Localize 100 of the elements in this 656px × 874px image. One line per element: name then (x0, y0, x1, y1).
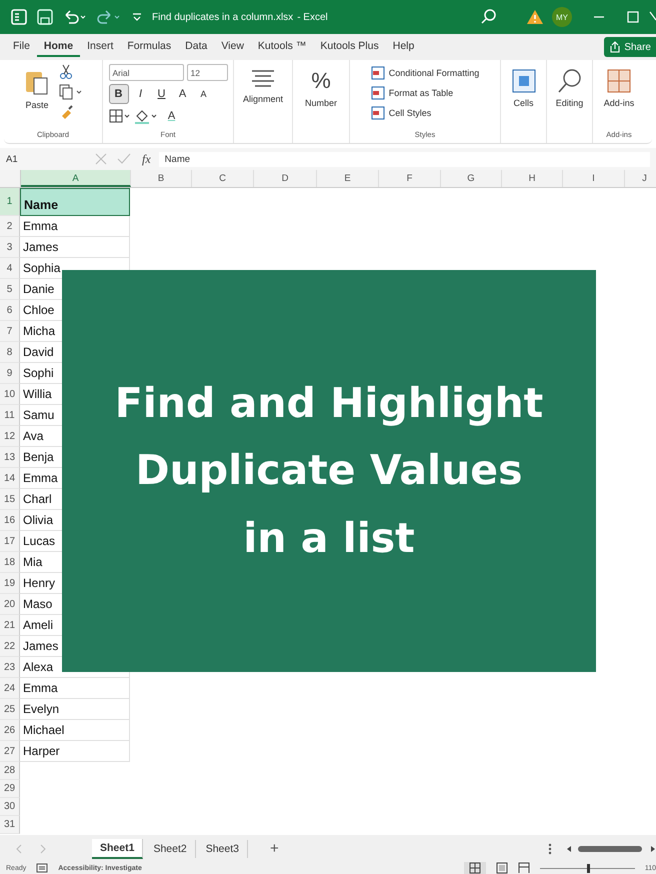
sheet-tab[interactable]: Sheet2 (145, 840, 196, 858)
column-header[interactable]: D (254, 170, 317, 187)
style-icon[interactable] (370, 66, 385, 80)
ribbon-tab[interactable]: Home (36, 37, 80, 57)
ribbon-tab[interactable]: Kutools ™ (250, 37, 314, 57)
style-menu-item[interactable]: Format as Table (388, 88, 454, 98)
row-header[interactable]: 12 (0, 426, 20, 447)
add-ins-button[interactable]: Add-ins (604, 98, 634, 108)
sheet-tab[interactable]: Sheet1 (92, 838, 144, 858)
paste-label[interactable]: Paste (25, 100, 48, 110)
zoom-thumb[interactable] (587, 864, 590, 872)
column-header[interactable]: G (441, 170, 502, 187)
function-button[interactable]: fx (142, 152, 151, 166)
borders-icon[interactable] (108, 108, 130, 124)
row-header[interactable]: 14 (0, 468, 20, 489)
normal-view-icon[interactable] (464, 862, 486, 874)
increase-font-button[interactable]: A (174, 85, 192, 103)
style-icon[interactable] (370, 86, 385, 100)
decrease-font-button[interactable]: A (194, 85, 212, 103)
search-icon[interactable] (480, 8, 498, 26)
style-icon[interactable] (370, 106, 385, 120)
warning-icon[interactable] (526, 8, 544, 26)
ribbon-tab[interactable]: Data (178, 37, 214, 57)
search-icon[interactable] (556, 68, 582, 94)
sheet-tab[interactable]: Sheet3 (198, 840, 248, 858)
italic-button[interactable]: I (132, 85, 150, 103)
scissors-icon[interactable] (59, 64, 73, 80)
row-header[interactable]: 4 (0, 258, 20, 279)
copy-icon[interactable] (59, 84, 83, 100)
number-format-icon[interactable]: % (311, 68, 331, 94)
column-header[interactable]: B (131, 170, 192, 187)
name-box[interactable]: A1 (6, 154, 86, 164)
row-header[interactable]: 24 (0, 678, 20, 699)
row-header[interactable]: 31 (0, 816, 20, 834)
cells-button[interactable]: Cells (513, 98, 534, 108)
fill-color-icon[interactable] (134, 108, 160, 124)
row-header[interactable]: 18 (0, 552, 20, 573)
column-header[interactable]: C (192, 170, 254, 187)
row-header[interactable]: 22 (0, 636, 20, 657)
share-button[interactable]: Share (604, 37, 656, 57)
alignment-button[interactable]: Alignment (242, 94, 284, 104)
font-color-button[interactable]: A (162, 107, 180, 125)
ribbon-tab[interactable]: View (214, 37, 251, 57)
page-break-icon[interactable] (518, 862, 530, 874)
row-header[interactable]: 10 (0, 384, 20, 405)
column-header[interactable]: I (563, 170, 625, 187)
row-header[interactable]: 17 (0, 531, 20, 552)
row-header[interactable]: 23 (0, 657, 20, 678)
row-header[interactable]: 3 (0, 237, 20, 258)
row-header[interactable]: 29 (0, 780, 20, 798)
row-header[interactable]: 11 (0, 405, 20, 426)
row-header[interactable]: 15 (0, 489, 20, 510)
row-header[interactable]: 13 (0, 447, 20, 468)
user-avatar[interactable]: MY (552, 7, 572, 27)
formula-field[interactable]: Name (158, 152, 650, 166)
row-header[interactable]: 25 (0, 699, 20, 720)
row-header[interactable]: 2 (0, 216, 20, 237)
row-header[interactable]: 1 (0, 188, 20, 216)
row-header[interactable]: 20 (0, 594, 20, 615)
font-name-field[interactable]: Arial (108, 64, 184, 81)
ribbon-tab[interactable]: Help (386, 37, 422, 57)
row-header[interactable]: 28 (0, 762, 20, 780)
column-header[interactable]: E (317, 170, 379, 187)
row-header[interactable]: 27 (0, 741, 20, 762)
row-header[interactable]: 6 (0, 300, 20, 321)
app-icon[interactable] (10, 8, 28, 26)
page-layout-icon[interactable] (496, 862, 508, 874)
row-header[interactable]: 16 (0, 510, 20, 531)
style-menu-item[interactable]: Cell Styles (388, 108, 432, 118)
underline-button[interactable]: U (152, 85, 170, 103)
ribbon-tab[interactable]: Insert (80, 37, 120, 57)
add-sheet-button[interactable]: + (270, 840, 279, 857)
column-header[interactable]: A (21, 170, 131, 187)
maximize-icon[interactable] (626, 10, 640, 24)
row-header[interactable]: 7 (0, 321, 20, 342)
row-header[interactable]: 9 (0, 363, 20, 384)
font-size-field[interactable]: 12 (186, 64, 228, 81)
column-header[interactable]: F (379, 170, 441, 187)
column-header[interactable]: H (502, 170, 563, 187)
row-header[interactable]: 21 (0, 615, 20, 636)
redo-icon[interactable] (96, 8, 122, 26)
row-header[interactable]: 8 (0, 342, 20, 363)
row-header[interactable]: 30 (0, 798, 20, 816)
number-button[interactable]: Number (304, 98, 337, 108)
style-menu-item[interactable]: Conditional Formatting (388, 68, 480, 78)
ribbon-tab[interactable]: File (6, 37, 37, 57)
column-header[interactable]: J (625, 170, 656, 187)
row-header[interactable]: 19 (0, 573, 20, 594)
macro-icon[interactable] (36, 863, 48, 873)
cells-icon[interactable] (510, 68, 536, 94)
editing-button[interactable]: Editing (556, 98, 584, 108)
row-header[interactable]: 5 (0, 279, 20, 300)
save-icon[interactable] (36, 8, 54, 26)
more-icon[interactable] (548, 842, 552, 854)
bold-button[interactable]: B (108, 84, 128, 104)
share-icon[interactable] (609, 41, 622, 53)
add-ins-icon[interactable] (606, 68, 632, 94)
row-header[interactable]: 26 (0, 720, 20, 741)
ribbon-tab[interactable]: Kutools Plus (313, 37, 386, 57)
ribbon-tab[interactable]: Formulas (120, 37, 178, 57)
